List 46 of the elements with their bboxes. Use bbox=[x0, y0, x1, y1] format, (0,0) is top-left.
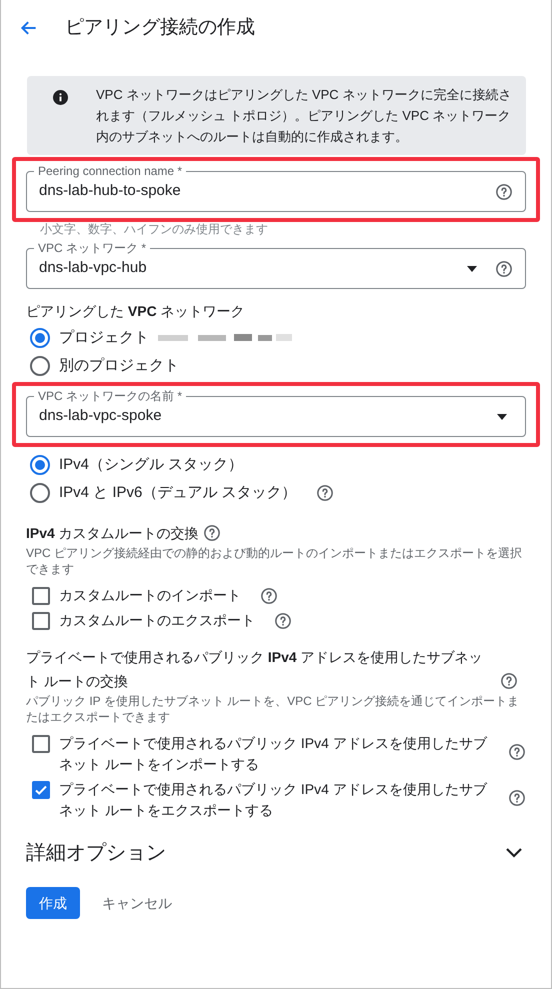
help-icon[interactable] bbox=[508, 743, 526, 761]
section-description: VPC ピアリング接続経由での静的および動的ルートのインポートまたはエクスポートを選択できます bbox=[26, 545, 524, 577]
checkbox[interactable] bbox=[32, 587, 50, 605]
section-title: プライベートで使用されるパブリック IPv4 アドレスを使用したサブネット ルートの交換 bbox=[26, 648, 484, 691]
checkbox-label: カスタムルートのエクスポート bbox=[59, 611, 255, 630]
field-label: VPC ネットワーク * bbox=[34, 240, 150, 256]
radio-button[interactable] bbox=[30, 356, 50, 376]
info-text: VPC ネットワークはピアリングした VPC ネットワークに完全に接続されます（フルメッシュ トポロジ）。ピアリングした VPC ネットワーク内のサブネットへのルートは自動的に作成されます。 bbox=[96, 86, 512, 146]
help-icon[interactable] bbox=[260, 587, 278, 605]
field-value: dns-lab-vpc-hub bbox=[39, 258, 148, 278]
radio-button[interactable] bbox=[30, 455, 50, 475]
checkbox-label: プライベートで使用されるパブリック IPv4 アドレスを使用したサブネット ルートをインポートする bbox=[59, 734, 488, 774]
dropdown-arrow-icon bbox=[467, 266, 477, 272]
help-icon[interactable] bbox=[274, 612, 292, 630]
field-label: Peering connection name * bbox=[34, 163, 186, 179]
field-value: dns-lab-hub-to-spoke bbox=[39, 181, 182, 202]
radio-label: 別のプロジェクト bbox=[59, 356, 179, 376]
radio-label: IPv4（シングル スタック） bbox=[59, 454, 244, 475]
cancel-button[interactable]: キャンセル bbox=[100, 887, 174, 919]
radio-button[interactable] bbox=[30, 328, 50, 348]
field-hint: 小文字、数字、ハイフンのみ使用できます bbox=[39, 222, 269, 236]
page-title: ピアリング接続の作成 bbox=[65, 16, 255, 40]
section-title: ピアリングした VPC ネットワーク bbox=[26, 302, 246, 321]
advanced-options-toggle[interactable]: 詳細オプション bbox=[26, 833, 526, 873]
help-icon[interactable] bbox=[508, 789, 526, 807]
radio-label: プロジェクト bbox=[59, 328, 149, 348]
help-icon[interactable] bbox=[500, 672, 518, 690]
checkbox-label: プライベートで使用されるパブリック IPv4 アドレスを使用したサブネット ルートをエクスポートする bbox=[59, 780, 488, 820]
field-label: VPC ネットワークの名前 * bbox=[34, 388, 186, 404]
checkbox-label: カスタムルートのインポート bbox=[59, 586, 241, 605]
checkbox[interactable] bbox=[32, 735, 50, 753]
field-value: dns-lab-vpc-spoke bbox=[39, 406, 163, 426]
help-icon[interactable] bbox=[495, 260, 513, 278]
help-icon[interactable] bbox=[495, 182, 513, 200]
section-description: パブリック IP を使用したサブネット ルートを、VPC ピアリング接続を通じてインポートまたはエクスポートできます bbox=[26, 693, 520, 725]
chevron-icon bbox=[506, 848, 522, 858]
checkbox[interactable] bbox=[32, 612, 50, 630]
dropdown-arrow-icon bbox=[497, 414, 507, 420]
section-title: IPv4 カスタムルートの交換 bbox=[26, 524, 199, 543]
checkbox[interactable] bbox=[32, 781, 50, 799]
radio-label: IPv4 と IPv6（デュアル スタック） bbox=[59, 482, 297, 503]
help-icon[interactable] bbox=[316, 484, 334, 502]
help-icon[interactable] bbox=[202, 524, 221, 542]
radio-button[interactable] bbox=[30, 483, 50, 503]
create-button[interactable]: 作成 bbox=[26, 887, 80, 919]
info-icon bbox=[53, 90, 68, 105]
